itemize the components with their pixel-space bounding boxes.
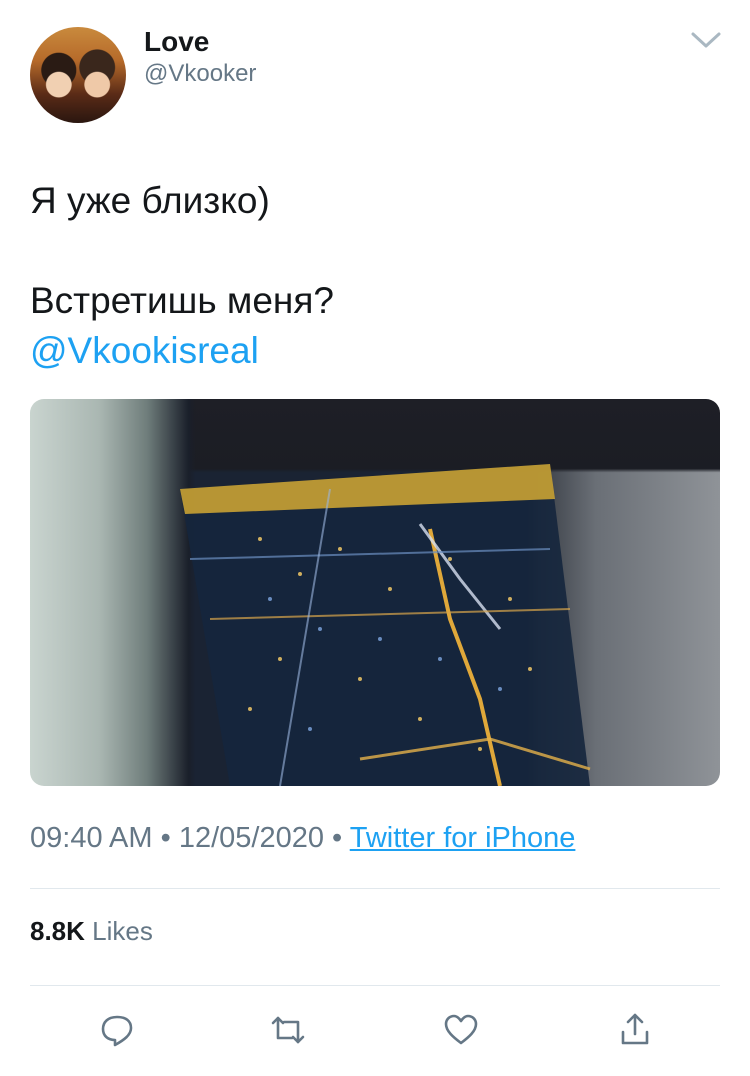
city-lights-image xyxy=(180,464,591,786)
tweet-time: 09:40 AM xyxy=(30,822,153,854)
tweet-date: 12/05/2020 xyxy=(178,822,324,854)
meta-separator: • xyxy=(160,822,171,854)
mention-link[interactable]: @Vkookisreal xyxy=(30,326,720,376)
tweet-source-link[interactable]: Twitter for iPhone xyxy=(350,822,576,854)
likes-label: Likes xyxy=(92,916,153,946)
like-icon[interactable] xyxy=(443,1012,479,1048)
author-name[interactable]: Love xyxy=(144,26,209,58)
author-handle[interactable]: @Vkooker xyxy=(144,60,256,88)
tweet-line: Встретишь меня? xyxy=(30,280,334,321)
share-icon[interactable] xyxy=(617,1012,653,1048)
reply-icon[interactable] xyxy=(99,1012,135,1048)
divider xyxy=(30,985,720,986)
divider xyxy=(30,888,720,889)
meta-separator: • xyxy=(332,822,343,854)
chevron-down-icon[interactable] xyxy=(690,30,722,50)
retweet-icon[interactable] xyxy=(270,1012,306,1048)
likes-stat[interactable]: 8.8K Likes xyxy=(30,914,153,948)
tweet-meta: 09:40 AM • 12/05/2020 • Twitter for iPho… xyxy=(30,820,575,856)
tweet-photo[interactable] xyxy=(30,399,720,786)
tweet-text: Я уже близко) Встретишь меня? @Vkookisre… xyxy=(30,176,720,376)
tweet-line: Я уже близко) xyxy=(30,180,270,221)
avatar[interactable] xyxy=(30,27,126,123)
likes-count: 8.8K xyxy=(30,916,85,946)
